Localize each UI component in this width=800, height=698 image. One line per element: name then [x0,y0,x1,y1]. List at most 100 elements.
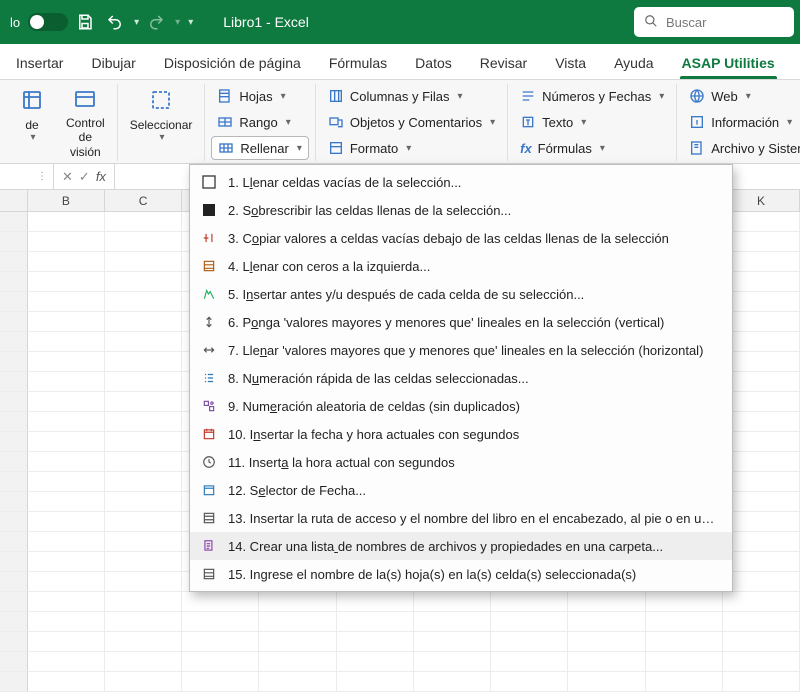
save-icon[interactable] [72,9,98,35]
ribbon-bigbutton-1[interactable]: de ▾ [8,84,56,161]
cell[interactable] [491,632,568,652]
cell[interactable] [105,352,182,372]
cell[interactable] [28,512,105,532]
row-header[interactable] [0,672,28,692]
tab-datos[interactable]: Datos [403,49,464,79]
cell[interactable] [337,672,414,692]
cell[interactable] [646,672,723,692]
menu-item[interactable]: 5. Insertar antes y/u después de cada ce… [190,280,732,308]
row-header[interactable] [0,232,28,252]
column-header[interactable]: B [28,190,105,211]
cell[interactable] [723,672,800,692]
cell[interactable] [28,552,105,572]
cell[interactable] [723,312,800,332]
cell[interactable] [723,492,800,512]
cell[interactable] [28,432,105,452]
cell[interactable] [723,572,800,592]
row-header[interactable] [0,392,28,412]
cell[interactable] [723,252,800,272]
redo-icon[interactable] [143,9,169,35]
row-header[interactable] [0,572,28,592]
ribbon-bigbutton-vision[interactable]: Control de visión [60,84,111,161]
cell[interactable] [259,632,336,652]
cell[interactable] [28,212,105,232]
cell[interactable] [28,492,105,512]
row-header[interactable] [0,512,28,532]
btn-hojas[interactable]: Hojas▾ [211,84,308,108]
btn-texto[interactable]: Texto▾ [514,110,670,134]
tab-asap-utilities[interactable]: ASAP Utilities [670,49,787,79]
row-header[interactable] [0,492,28,512]
cell[interactable] [105,392,182,412]
cell[interactable] [259,652,336,672]
cell[interactable] [105,612,182,632]
cell[interactable] [491,672,568,692]
cell[interactable] [105,472,182,492]
menu-item[interactable]: 13. Insertar la ruta de acceso y el nomb… [190,504,732,532]
row-header[interactable] [0,552,28,572]
cell[interactable] [723,432,800,452]
cell[interactable] [28,592,105,612]
cell[interactable] [28,392,105,412]
menu-item[interactable]: 6. Ponga 'valores mayores y menores que'… [190,308,732,336]
cell[interactable] [28,532,105,552]
cell[interactable] [723,472,800,492]
row-header[interactable] [0,292,28,312]
cell[interactable] [105,312,182,332]
cell[interactable] [723,592,800,612]
cell[interactable] [28,352,105,372]
tab-dibujar[interactable]: Dibujar [79,49,147,79]
row-header[interactable] [0,652,28,672]
menu-item[interactable]: 1. Llenar celdas vacías de la selección.… [190,168,732,196]
menu-item[interactable]: 8. Numeración rápida de las celdas selec… [190,364,732,392]
tab-disposicion[interactable]: Disposición de página [152,49,313,79]
menu-item[interactable]: 4. Llenar con ceros a la izquierda... [190,252,732,280]
cell[interactable] [491,592,568,612]
cell[interactable] [28,472,105,492]
cell[interactable] [105,492,182,512]
cell[interactable] [723,632,800,652]
cell[interactable] [646,652,723,672]
column-header[interactable]: K [723,190,800,211]
cell[interactable] [337,652,414,672]
ribbon-bigbutton-seleccionar[interactable]: Seleccionar ▾ [124,84,199,161]
undo-icon[interactable] [102,9,128,35]
tab-formulas[interactable]: Fórmulas [317,49,399,79]
btn-columnas[interactable]: Columnas y Filas▾ [322,84,501,108]
menu-item[interactable]: 7. Llenar 'valores mayores que y menores… [190,336,732,364]
cell[interactable] [491,612,568,632]
cell[interactable] [568,672,645,692]
btn-archivo[interactable]: Archivo y Sistema▾ [683,136,800,160]
cell[interactable] [259,592,336,612]
cell[interactable] [414,672,491,692]
cell[interactable] [28,332,105,352]
cell[interactable] [646,592,723,612]
cell[interactable] [105,292,182,312]
cell[interactable] [28,292,105,312]
cell[interactable] [28,312,105,332]
cell[interactable] [28,412,105,432]
tab-ayuda[interactable]: Ayuda [602,49,665,79]
menu-item[interactable]: 2. Sobrescribir las celdas llenas de la … [190,196,732,224]
cell[interactable] [28,272,105,292]
row-header[interactable] [0,412,28,432]
btn-objetos[interactable]: Objetos y Comentarios▾ [322,110,501,134]
cell[interactable] [182,632,259,652]
cell[interactable] [105,532,182,552]
cancel-icon[interactable]: ✕ [62,169,73,185]
cell[interactable] [105,372,182,392]
row-header[interactable] [0,212,28,232]
menu-item[interactable]: 10. Insertar la fecha y hora actuales co… [190,420,732,448]
row-header[interactable] [0,452,28,472]
column-header[interactable]: C [105,190,182,211]
row-header[interactable] [0,252,28,272]
cell[interactable] [646,632,723,652]
cell[interactable] [182,592,259,612]
cell[interactable] [28,452,105,472]
menu-item[interactable]: 3. Copiar valores a celdas vacías debajo… [190,224,732,252]
btn-rellenar[interactable]: Rellenar▾ [211,136,308,160]
cell[interactable] [105,632,182,652]
cell[interactable] [723,352,800,372]
row-header[interactable] [0,432,28,452]
menu-item[interactable]: 12. Selector de Fecha... [190,476,732,504]
